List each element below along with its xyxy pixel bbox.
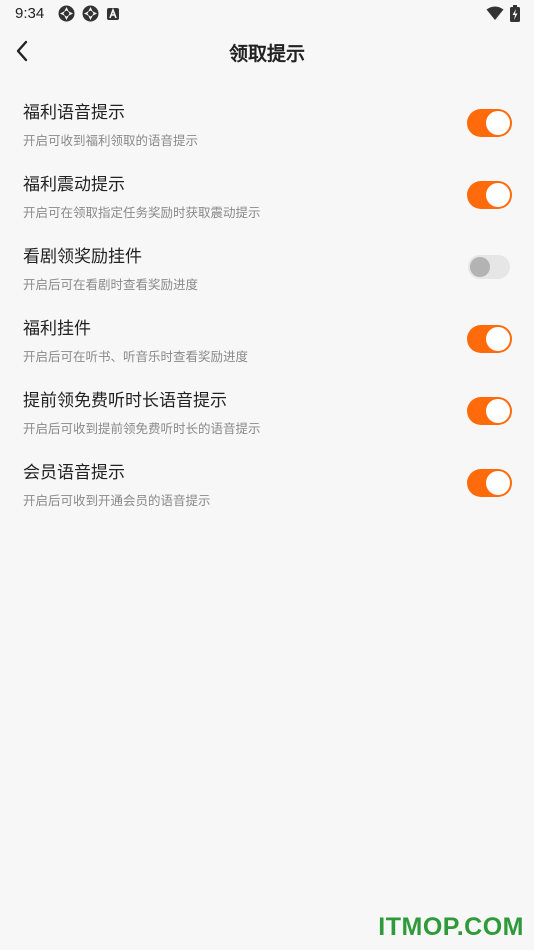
toggle-knob xyxy=(486,399,510,423)
setting-row-welfare-vibration: 福利震动提示 开启可在领取指定任务奖励时获取震动提示 xyxy=(0,160,534,232)
setting-title: 提前领免费听时长语音提示 xyxy=(23,391,227,411)
drama-reward-widget-toggle[interactable] xyxy=(468,255,510,279)
app-notification-icon xyxy=(82,5,99,26)
status-time: 9:34 xyxy=(15,5,45,22)
status-right-icons xyxy=(486,5,520,26)
app-notification-icon xyxy=(58,5,75,26)
setting-row-drama-reward-widget: 看剧领奖励挂件 开启后可在看剧时查看奖励进度 xyxy=(0,232,534,304)
status-left-icons xyxy=(58,5,120,26)
toggle-knob xyxy=(486,183,510,207)
setting-description: 开启后可在看剧时查看奖励进度 xyxy=(23,277,199,292)
setting-description: 开启后可收到提前领免费听时长的语音提示 xyxy=(23,421,261,436)
toggle-knob xyxy=(470,257,490,277)
welfare-vibration-toggle[interactable] xyxy=(467,181,512,209)
nav-bar: 领取提示 xyxy=(0,28,534,74)
toggle-knob xyxy=(486,111,510,135)
setting-title: 福利挂件 xyxy=(23,319,91,339)
setting-row-welfare-voice: 福利语音提示 开启可收到福利领取的语音提示 xyxy=(0,88,534,160)
setting-row-early-free-listen-voice: 提前领免费听时长语音提示 开启后可收到提前领免费听时长的语音提示 xyxy=(0,376,534,448)
setting-description: 开启可收到福利领取的语音提示 xyxy=(23,133,199,148)
setting-description: 开启后可收到开通会员的语音提示 xyxy=(23,493,211,508)
early-free-listen-voice-toggle[interactable] xyxy=(467,397,512,425)
setting-description: 开启可在领取指定任务奖励时获取震动提示 xyxy=(23,205,261,220)
setting-title: 福利语音提示 xyxy=(23,103,125,123)
setting-title: 看剧领奖励挂件 xyxy=(23,247,142,267)
settings-list: 福利语音提示 开启可收到福利领取的语音提示 福利震动提示 开启可在领取指定任务奖… xyxy=(0,88,534,520)
wifi-icon xyxy=(486,6,504,25)
setting-title: 福利震动提示 xyxy=(23,175,125,195)
setting-description: 开启后可在听书、听音乐时查看奖励进度 xyxy=(23,349,249,364)
welfare-voice-toggle[interactable] xyxy=(467,109,512,137)
toggle-knob xyxy=(486,471,510,495)
setting-row-welfare-widget: 福利挂件 开启后可在听书、听音乐时查看奖励进度 xyxy=(0,304,534,376)
a-letter-icon xyxy=(106,6,120,25)
setting-title: 会员语音提示 xyxy=(23,463,125,483)
page-title: 领取提示 xyxy=(228,43,305,65)
setting-row-member-voice: 会员语音提示 开启后可收到开通会员的语音提示 xyxy=(0,448,534,520)
status-bar: 9:34 xyxy=(0,0,534,28)
toggle-knob xyxy=(486,327,510,351)
welfare-widget-toggle[interactable] xyxy=(467,325,512,353)
member-voice-toggle[interactable] xyxy=(467,469,512,497)
watermark: ITMOP.COM xyxy=(378,913,524,941)
battery-charging-icon xyxy=(510,5,520,26)
